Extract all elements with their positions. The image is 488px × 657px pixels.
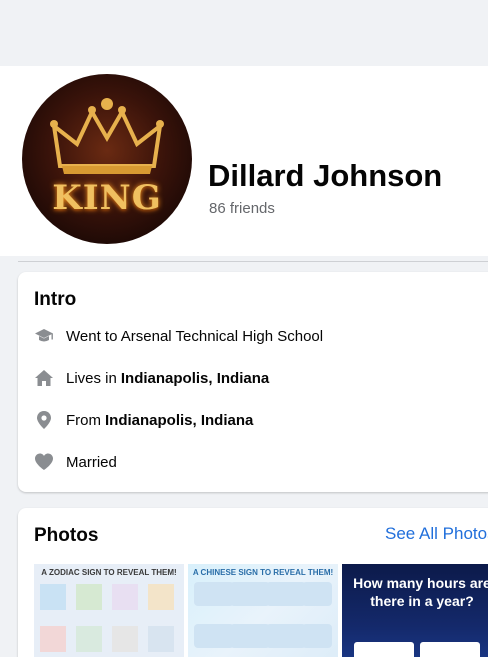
thumbnail-caption: A CHINESE SIGN TO REVEAL THEM! xyxy=(192,568,334,577)
zodiac-virgo-icon xyxy=(76,626,102,652)
chinese-snake-icon xyxy=(230,624,270,648)
chinese-dragon-icon xyxy=(194,624,234,648)
crown-icon xyxy=(50,98,164,174)
chinese-ox-icon xyxy=(230,582,270,606)
thumbnail-caption: A ZODIAC SIGN TO REVEAL THEM! xyxy=(41,568,177,577)
photos-card: Photos See All Photos A ZODIAC SIGN TO R… xyxy=(18,508,488,657)
photo-thumbnail[interactable]: A ZODIAC SIGN TO REVEAL THEM! xyxy=(34,564,184,657)
thumbnail-caption: How many hours are there in a year? xyxy=(353,575,488,609)
graduation-cap-icon xyxy=(34,326,54,346)
zodiac-gemini-icon xyxy=(112,584,138,610)
home-icon xyxy=(34,368,54,388)
avatar-ring: KING xyxy=(18,70,196,248)
intro-title: Intro xyxy=(34,289,77,310)
zodiac-taurus-icon xyxy=(76,584,102,610)
chinese-horse-icon xyxy=(266,624,306,648)
answer-option xyxy=(420,642,480,657)
photos-title: Photos xyxy=(34,525,99,546)
profile-name: Dillard Johnson xyxy=(208,158,443,193)
profile-header: KING Dillard Johnson 86 friends Posts Ab… xyxy=(0,66,488,322)
heart-icon xyxy=(34,452,54,472)
intro-item-education: Went to Arsenal Technical High School xyxy=(34,324,323,348)
avatar-logo-text: KING xyxy=(52,178,162,218)
chinese-tiger-icon xyxy=(266,582,306,606)
photo-thumbnail[interactable]: A CHINESE SIGN TO REVEAL THEM! xyxy=(188,564,338,657)
friend-count[interactable]: 86 friends xyxy=(209,200,275,217)
answer-option xyxy=(354,642,414,657)
zodiac-libra-icon xyxy=(112,626,138,652)
chinese-goat-icon xyxy=(302,624,332,648)
intro-item-from: From Indianapolis, Indiana xyxy=(34,408,253,432)
chinese-rabbit-icon xyxy=(302,582,332,606)
intro-from-label: From xyxy=(66,411,101,429)
zodiac-aries-icon xyxy=(40,584,66,610)
chinese-rat-icon xyxy=(194,582,234,606)
intro-education-text: Went to Arsenal Technical High School xyxy=(66,327,324,345)
see-all-photos-link[interactable]: See All Photos xyxy=(385,524,488,544)
location-pin-icon xyxy=(34,410,54,430)
photo-thumbnail[interactable]: How many hours are there in a year? xyxy=(342,564,488,657)
zodiac-leo-icon xyxy=(40,626,66,652)
intro-from-city[interactable]: Indianapolis, Indiana xyxy=(105,412,253,429)
intro-item-relationship: Married xyxy=(34,450,117,474)
zodiac-cancer-icon xyxy=(148,584,174,610)
avatar[interactable]: KING xyxy=(22,74,192,244)
intro-lives-in-label: Lives in xyxy=(66,369,117,387)
intro-item-lives-in: Lives in Indianapolis, Indiana xyxy=(34,366,269,390)
zodiac-scorpio-icon xyxy=(148,626,174,652)
intro-relationship-text: Married xyxy=(66,453,117,471)
intro-card: Intro Went to Arsenal Technical High Sch… xyxy=(18,272,488,492)
intro-lives-in-city[interactable]: Indianapolis, Indiana xyxy=(121,370,269,387)
